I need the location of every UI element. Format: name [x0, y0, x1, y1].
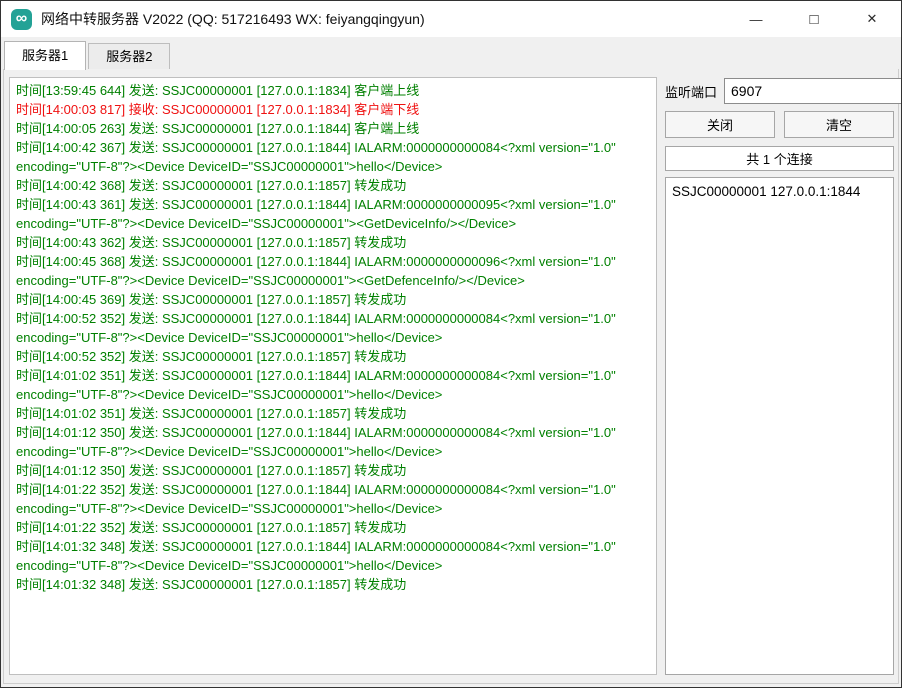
- log-line: 时间[14:00:05 263] 发送: SSJC00000001 [127.0…: [16, 119, 650, 138]
- log-line: 时间[14:01:22 352] 发送: SSJC00000001 [127.0…: [16, 480, 650, 518]
- log-output[interactable]: 时间[13:59:45 644] 发送: SSJC00000001 [127.0…: [9, 77, 657, 675]
- log-line: 时间[14:00:52 352] 发送: SSJC00000001 [127.0…: [16, 309, 650, 347]
- window-controls: — □ ✕: [727, 1, 901, 37]
- tab-server2[interactable]: 服务器2: [88, 43, 170, 69]
- log-line: 时间[14:00:42 368] 发送: SSJC00000001 [127.0…: [16, 176, 650, 195]
- listen-port-label: 监听端口: [665, 82, 717, 101]
- log-line: 时间[14:01:02 351] 发送: SSJC00000001 [127.0…: [16, 404, 650, 423]
- tab-bar: 服务器1 服务器2: [1, 37, 901, 69]
- log-line: 时间[14:01:12 350] 发送: SSJC00000001 [127.0…: [16, 423, 650, 461]
- close-server-button[interactable]: 关闭: [665, 111, 775, 138]
- connection-count-label: 共 1 个连接: [665, 146, 894, 171]
- maximize-button[interactable]: □: [785, 1, 843, 37]
- connection-list-item[interactable]: SSJC00000001 127.0.0.1:1844: [672, 182, 887, 201]
- log-line: 时间[14:00:03 817] 接收: SSJC00000001 [127.0…: [16, 100, 650, 119]
- log-line: 时间[14:00:45 368] 发送: SSJC00000001 [127.0…: [16, 252, 650, 290]
- app-window: ∞ 网络中转服务器 V2022 (QQ: 517216493 WX: feiya…: [0, 0, 902, 688]
- log-line: 时间[14:00:52 352] 发送: SSJC00000001 [127.0…: [16, 347, 650, 366]
- log-line: 时间[14:00:43 362] 发送: SSJC00000001 [127.0…: [16, 233, 650, 252]
- clear-log-button[interactable]: 清空: [784, 111, 894, 138]
- log-line: 时间[14:00:42 367] 发送: SSJC00000001 [127.0…: [16, 138, 650, 176]
- log-line: 时间[14:01:22 352] 发送: SSJC00000001 [127.0…: [16, 518, 650, 537]
- listen-port-row: 监听端口: [665, 78, 894, 104]
- log-line: 时间[14:01:32 348] 发送: SSJC00000001 [127.0…: [16, 575, 650, 594]
- action-buttons: 关闭 清空: [665, 111, 894, 138]
- log-line: 时间[14:01:12 350] 发送: SSJC00000001 [127.0…: [16, 461, 650, 480]
- window-title: 网络中转服务器 V2022 (QQ: 517216493 WX: feiyang…: [41, 9, 425, 29]
- connection-list[interactable]: SSJC00000001 127.0.0.1:1844: [665, 177, 894, 675]
- app-logo-infinity-icon: ∞: [11, 9, 32, 30]
- title-bar: ∞ 网络中转服务器 V2022 (QQ: 517216493 WX: feiya…: [1, 1, 901, 37]
- close-button[interactable]: ✕: [843, 1, 901, 37]
- listen-port-input[interactable]: [724, 78, 902, 104]
- log-line: 时间[14:01:32 348] 发送: SSJC00000001 [127.0…: [16, 537, 650, 575]
- log-line: 时间[14:00:43 361] 发送: SSJC00000001 [127.0…: [16, 195, 650, 233]
- log-line: 时间[13:59:45 644] 发送: SSJC00000001 [127.0…: [16, 81, 650, 100]
- log-line: 时间[14:00:45 369] 发送: SSJC00000001 [127.0…: [16, 290, 650, 309]
- tab-server1[interactable]: 服务器1: [4, 41, 86, 70]
- minimize-button[interactable]: —: [727, 1, 785, 37]
- log-line: 时间[14:01:02 351] 发送: SSJC00000001 [127.0…: [16, 366, 650, 404]
